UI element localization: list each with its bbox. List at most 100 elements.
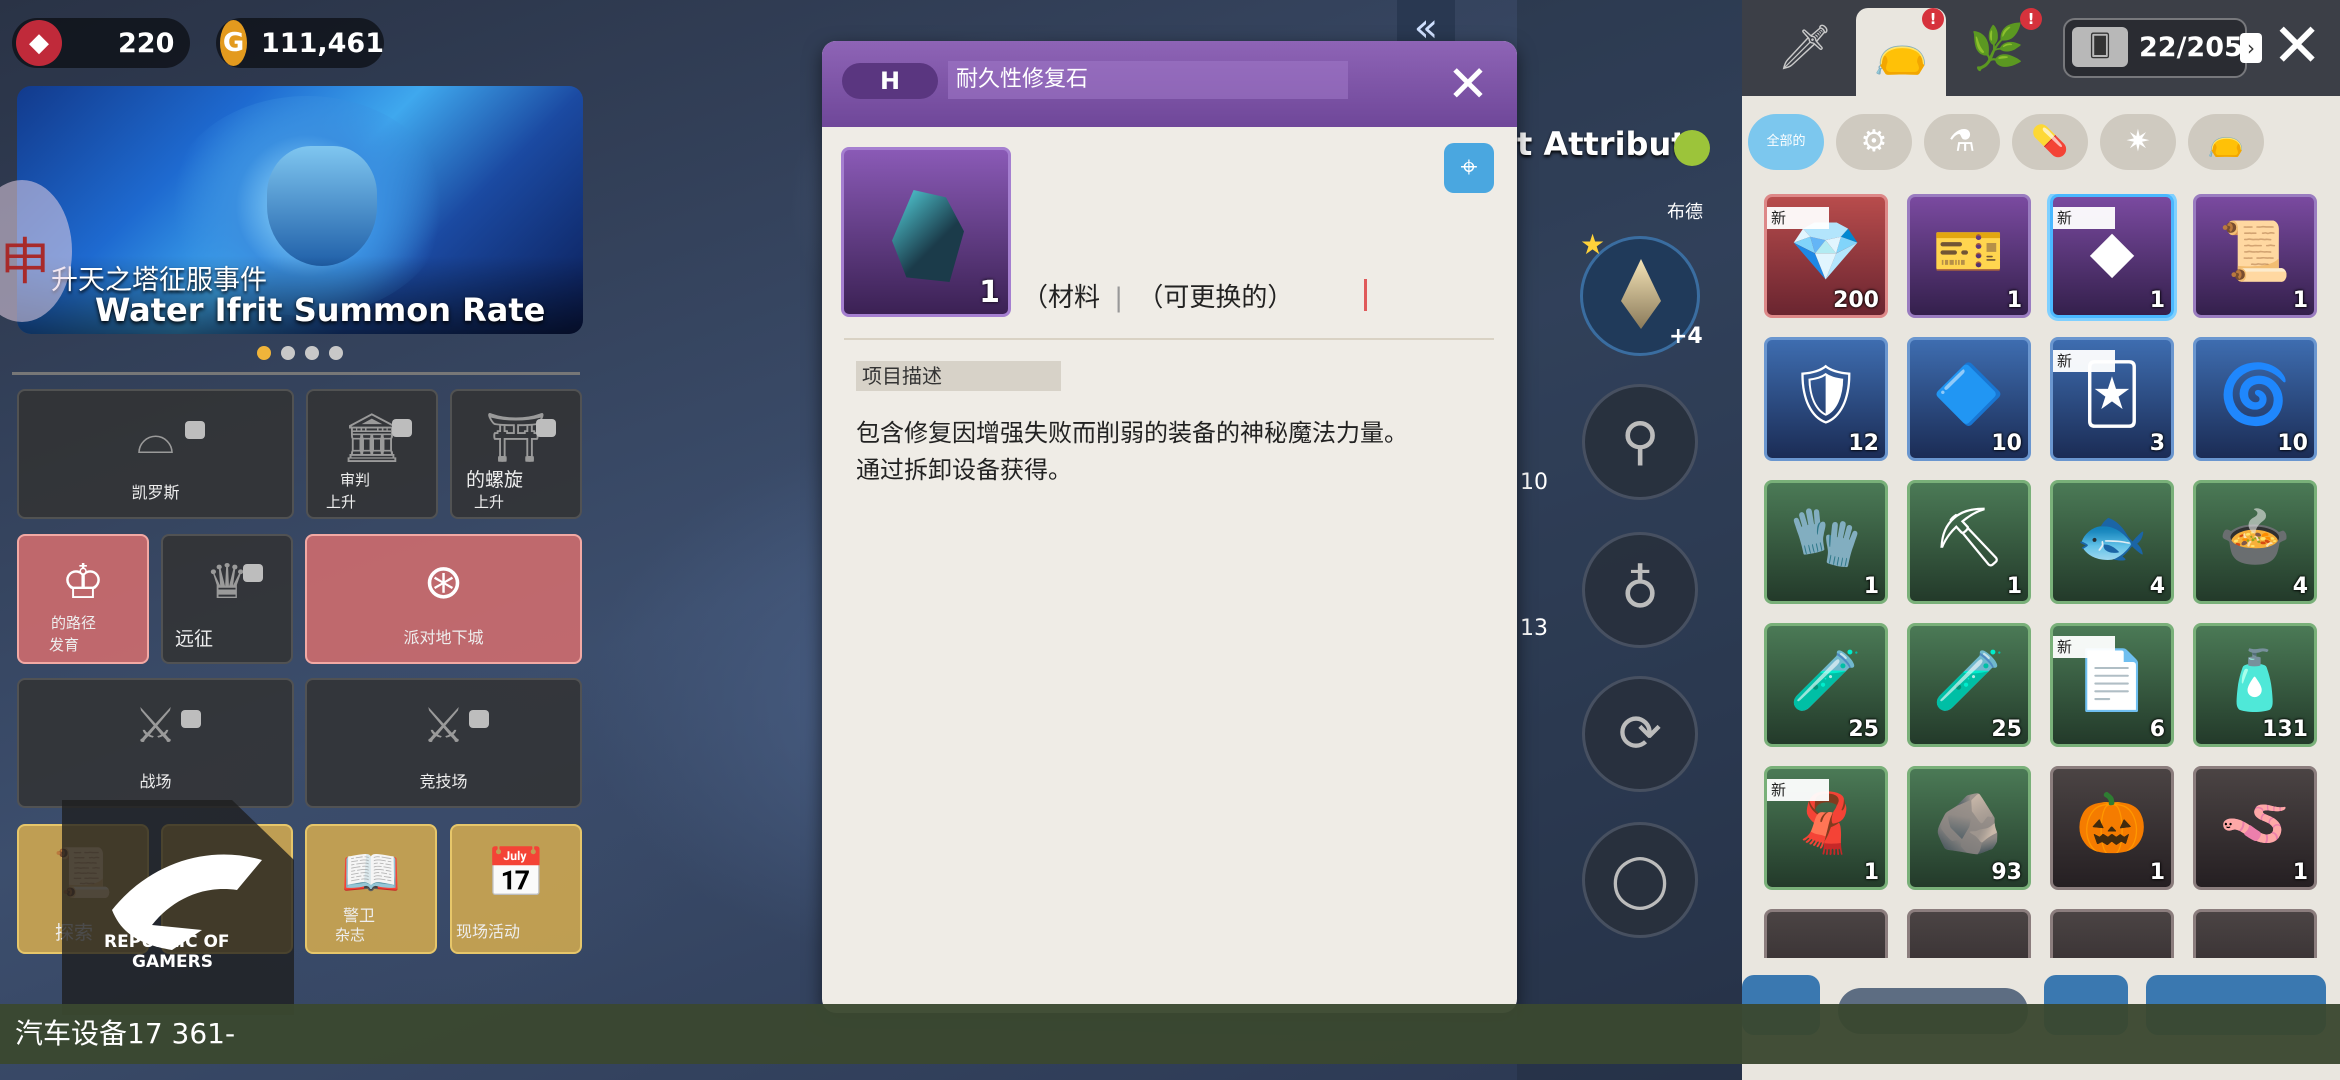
item-quantity: 10 bbox=[1991, 431, 2022, 456]
rune-stone-icon: 🪨 bbox=[1932, 789, 2006, 858]
filter-gem-icon[interactable]: ✷ bbox=[2100, 114, 2176, 170]
event-banner[interactable]: 升天之塔征服事件 Water Ifrit Summon Rate UP bbox=[17, 86, 583, 334]
item-title: 耐久性修复石 bbox=[948, 61, 1348, 99]
inventory-slot-paper-scroll[interactable]: 📄 新 6 bbox=[2050, 623, 2174, 747]
party-dungeon-tile[interactable]: ⊛ 派对地下城 bbox=[305, 534, 582, 664]
description-label: 项目描述 bbox=[856, 361, 1061, 391]
inventory-slot-heart-gem[interactable]: 💎 新 200 bbox=[1764, 194, 1888, 318]
spiral-sub: 上升 bbox=[474, 493, 505, 511]
inventory-slot-partial[interactable] bbox=[1907, 909, 2031, 958]
inventory-slot-pink-vortex[interactable]: 🌀 10 bbox=[2193, 337, 2317, 461]
inventory-slot-rune-stone[interactable]: 🪨 93 bbox=[1907, 766, 2031, 890]
guard-book-icon: 📖 bbox=[341, 845, 401, 901]
item-tags: （材料 | （可更换的） bbox=[1022, 277, 1293, 314]
guard-tile[interactable]: 📖 警卫 杂志 bbox=[305, 824, 437, 954]
herb-icon: 🌿 bbox=[1969, 22, 2025, 73]
weapon-icon bbox=[1621, 259, 1661, 329]
inventory-slot-partial[interactable] bbox=[2193, 909, 2317, 958]
filter-bag-icon[interactable]: 👝 bbox=[2188, 114, 2264, 170]
item-icon-slot: 1 bbox=[841, 147, 1011, 317]
filter-gear-icon[interactable]: ⚙ bbox=[1836, 114, 1912, 170]
inventory-slot-pickaxe[interactable]: ⛏ 1 bbox=[1907, 480, 2031, 604]
tag-material: （材料 bbox=[1022, 283, 1101, 313]
location-pin-icon[interactable]: ⌖ bbox=[1444, 143, 1494, 193]
scroll-gold-icon: 📜 bbox=[2218, 217, 2292, 286]
spiral-label: 的螺旋 bbox=[466, 469, 524, 491]
rog-line2: GAMERS bbox=[132, 952, 213, 972]
item-description: 包含修复因增强失败而削弱的装备的神秘魔法力量。 通过拆卸设备获得。 bbox=[856, 415, 1466, 489]
filter-all[interactable]: 全部的 bbox=[1748, 114, 1824, 170]
filter-pill-icon[interactable]: 💊 bbox=[2012, 114, 2088, 170]
item-quantity: 93 bbox=[1991, 860, 2022, 885]
item-quantity: 12 bbox=[1848, 431, 1879, 456]
new-badge: 新 bbox=[2053, 636, 2115, 658]
inventory-slot-fish-platter[interactable]: 🐟 4 bbox=[2050, 480, 2174, 604]
heart-gem-icon: 💎 bbox=[1789, 217, 1863, 286]
inventory-slot-red-crest[interactable]: 🛡 12 bbox=[1764, 337, 1888, 461]
earth-attribute-icon bbox=[1674, 130, 1710, 166]
inventory-slot-rune-card[interactable]: 🃏 新 3 bbox=[2050, 337, 2174, 461]
item-quantity: 4 bbox=[2149, 574, 2165, 599]
item-quantity: 1 bbox=[2006, 288, 2022, 313]
inventory-slot-scroll-gold[interactable]: 📜 1 bbox=[2193, 194, 2317, 318]
gem-icon: ◆ bbox=[16, 20, 62, 66]
chevron-right-icon[interactable]: › bbox=[2240, 33, 2262, 63]
kairos-icon: ⌓ bbox=[136, 409, 175, 465]
arena-label: 竞技场 bbox=[419, 772, 468, 791]
pink-vortex-icon: 🌀 bbox=[2218, 360, 2292, 429]
trial-icon: 🏛 bbox=[341, 410, 403, 466]
banner-dot-2[interactable] bbox=[281, 346, 295, 360]
item-quantity: 6 bbox=[2149, 717, 2165, 742]
filter-potion-icon[interactable]: ⚗ bbox=[1924, 114, 2000, 170]
close-icon[interactable]: ✕ bbox=[1447, 59, 1489, 109]
gem-counter[interactable]: ◆ 220 bbox=[12, 18, 190, 68]
rog-overlay: REPUBLIC OF GAMERS bbox=[62, 800, 294, 1015]
inventory-slot-repair-stone[interactable]: ◆ 新 1 bbox=[2050, 194, 2174, 318]
trial-tile[interactable]: 🏛 审判 上升 bbox=[306, 389, 438, 519]
fish-platter-icon: 🐟 bbox=[2075, 503, 2149, 572]
bracelet-slot[interactable]: ⟳ bbox=[1582, 676, 1698, 792]
inventory-grid: 💎 新 200 🎫 1 ◆ 新 1 📜 1 🛡 12 🔷 10 🃏 新 3 🌀 10 🧤 1 ⛏ 1 🐟 4 🍲 4 🧪 25 🧪 25 📄 新… bbox=[1764, 194, 2334, 958]
inventory-slot-teal-cloth[interactable]: 🧣 新 1 bbox=[1764, 766, 1888, 890]
item-quantity: 1 bbox=[1863, 574, 1879, 599]
gold-counter[interactable]: G 111,461 bbox=[216, 18, 384, 68]
inventory-slot-blue-vial[interactable]: 🧴 131 bbox=[2193, 623, 2317, 747]
lock-icon bbox=[181, 710, 201, 728]
tab-weapon[interactable]: 🗡 bbox=[1760, 0, 1850, 96]
inventory-slot-earthworm[interactable]: 🪱 1 bbox=[2193, 766, 2317, 890]
arena-tile[interactable]: ⚔ 竞技场 bbox=[305, 678, 582, 808]
inventory-slot-blue-crystal[interactable]: 🔷 10 bbox=[1907, 337, 2031, 461]
expedition-tile[interactable]: ♛ 远征 bbox=[161, 534, 293, 664]
inventory-slot-partial[interactable] bbox=[2050, 909, 2174, 958]
inventory-slot-red-potion[interactable]: 🧪 25 bbox=[1764, 623, 1888, 747]
inventory-slot-food-bowl[interactable]: 🍲 4 bbox=[2193, 480, 2317, 604]
banner-dot-4[interactable] bbox=[329, 346, 343, 360]
side-tab-glyph: 申 bbox=[0, 233, 50, 291]
new-badge: 新 bbox=[2053, 350, 2115, 372]
banner-dot-3[interactable] bbox=[305, 346, 319, 360]
inventory-slot-partial[interactable] bbox=[1764, 909, 1888, 958]
expedition-icon: ♛ bbox=[205, 554, 249, 610]
battlefield-tile[interactable]: ⚔ 战场 bbox=[17, 678, 294, 808]
tag-divider: | bbox=[1114, 283, 1124, 313]
growth-path-tile[interactable]: ♔ 的路径 发育 bbox=[17, 534, 149, 664]
tag-exchangeable: （可更换的） bbox=[1137, 283, 1294, 313]
kairos-tile[interactable]: ⌓ 凯罗斯 bbox=[17, 389, 294, 519]
gold-count: 111,461 bbox=[261, 27, 384, 59]
spiral-tile[interactable]: ⛩ 的螺旋 上升 bbox=[450, 389, 582, 519]
ring-slot[interactable]: ◯ bbox=[1582, 822, 1698, 938]
item-quantity: 1 bbox=[2149, 860, 2165, 885]
banner-dot-1[interactable] bbox=[257, 346, 271, 360]
necklace-slot[interactable]: ♁ bbox=[1582, 532, 1698, 648]
side-count-2: 13 bbox=[1520, 616, 1548, 641]
live-event-tile[interactable]: 📅 现场活动 bbox=[450, 824, 582, 954]
inventory-slot-green-potion[interactable]: 🧪 25 bbox=[1907, 623, 2031, 747]
item-quantity: 25 bbox=[1991, 717, 2022, 742]
earring-slot[interactable]: ⚲ bbox=[1582, 384, 1698, 500]
inventory-slot-leather-glove[interactable]: 🧤 1 bbox=[1764, 480, 1888, 604]
weapon-enhance-level: +4 bbox=[1669, 324, 1703, 349]
inventory-slot-brown-seed[interactable]: 🎃 1 bbox=[2050, 766, 2174, 890]
inventory-close-icon[interactable]: ✕ bbox=[2272, 14, 2322, 78]
inventory-slot-gold-ticket[interactable]: 🎫 1 bbox=[1907, 194, 2031, 318]
arena-icon: ⚔ bbox=[421, 698, 466, 754]
